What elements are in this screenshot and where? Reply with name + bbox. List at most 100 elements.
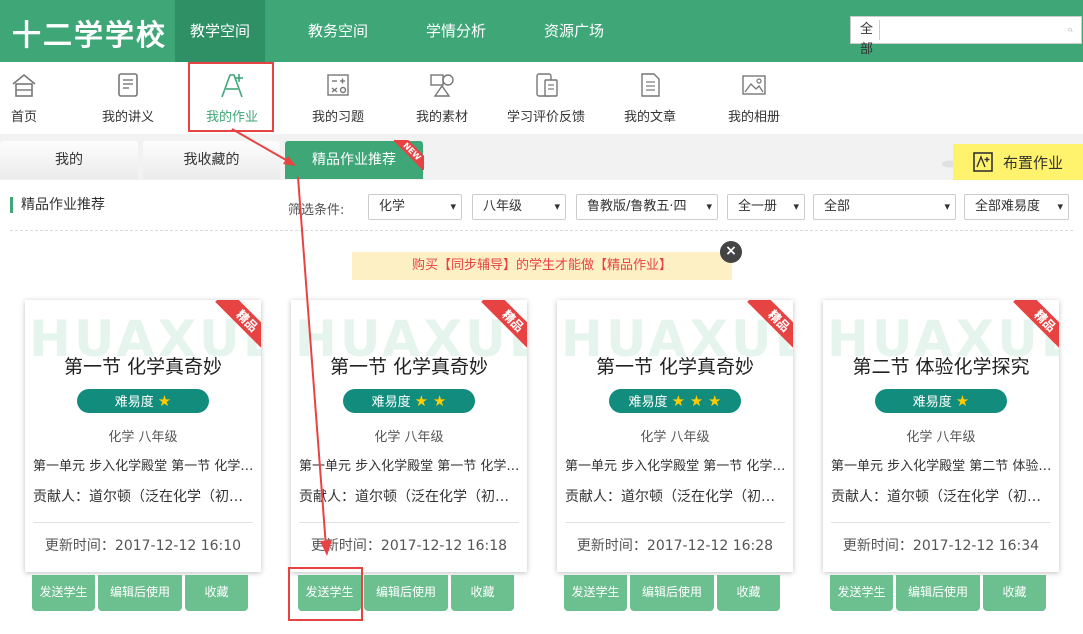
send-button-highlight-box (288, 567, 363, 621)
module-home[interactable]: 首页 (5, 70, 43, 125)
assign-homework-icon (973, 152, 993, 172)
nav-resource-square[interactable]: 资源广场 (529, 0, 619, 62)
module-handouts[interactable]: 我的讲义 (96, 70, 160, 125)
search-input[interactable] (880, 19, 1069, 41)
card-title[interactable]: 第二节 体验化学探究 (823, 352, 1059, 379)
search-scope-dropdown[interactable]: 全部 (851, 20, 881, 57)
nav-academic-space[interactable]: 教务空间 (293, 0, 383, 62)
material-icon (430, 74, 454, 97)
card-unit: 第一单元 步入化学殿堂 第一节 化学真奇妙 (299, 459, 521, 474)
card-updated-time: 更新时间：2017-12-12 16:34 (842, 538, 1040, 554)
difficulty-badge: 难易度 ★ (875, 389, 1007, 413)
card-title[interactable]: 第一节 化学真奇妙 (291, 352, 527, 379)
star-icon: ★ (157, 392, 172, 410)
module-label: 我的文章 (623, 110, 676, 125)
module-label: 首页 (10, 110, 37, 125)
nav-learning-analysis[interactable]: 学情分析 (411, 0, 501, 62)
card-unit: 第一单元 步入化学殿堂 第一节 化学真奇妙 (565, 459, 787, 474)
grade-select[interactable]: 八年级 (472, 194, 566, 220)
send-to-students-button[interactable]: 发送学生 (564, 575, 627, 611)
difficulty-badge: 难易度 ★ ★ ★ (609, 389, 741, 413)
star-icon: ★ (955, 392, 970, 410)
card-updated-time: 更新时间：2017-12-12 16:10 (44, 538, 242, 554)
module-materials[interactable]: 我的素材 (412, 70, 472, 125)
favorite-button[interactable]: 收藏 (717, 575, 780, 611)
premium-badge: 精品 (213, 300, 261, 348)
top-header: 十二学学校 教学空间 教务空间 学情分析 资源广场 全部 (0, 0, 1083, 62)
favorite-button[interactable]: 收藏 (185, 575, 248, 611)
module-label: 我的习题 (311, 110, 364, 125)
assign-homework-label: 布置作业 (1003, 153, 1064, 172)
card-divider (565, 522, 785, 523)
exercise-icon (327, 74, 349, 96)
edit-and-use-button[interactable]: 编辑后使用 (98, 575, 182, 611)
subject-select[interactable]: 化学 (368, 194, 462, 220)
tab-mine[interactable]: 我的 (0, 141, 138, 179)
volume-select[interactable]: 全一册 (727, 194, 805, 220)
module-label: 我的素材 (415, 110, 468, 125)
new-badge: NEW (394, 140, 424, 170)
nav-teaching-space[interactable]: 教学空间 (175, 0, 266, 62)
favorite-button[interactable]: 收藏 (983, 575, 1046, 611)
difficulty-badge: 难易度 ★ (77, 389, 209, 413)
card-unit: 第一单元 步入化学殿堂 第一节 化学真奇妙 (33, 459, 255, 474)
album-icon (742, 75, 766, 95)
card-title[interactable]: 第一节 化学真奇妙 (25, 352, 261, 379)
homework-card[interactable]: HUAXUE 精品 第一节 化学真奇妙 难易度 ★ ★ 化学 八年级 第一单元 步… (291, 300, 527, 572)
difficulty-select[interactable]: 全部难易度 (964, 194, 1069, 220)
module-toolbar: 首页 我的讲义 我的作业 我的习题 我的素材 学习评价反馈 我的文章 我的相册 (0, 62, 1083, 134)
card-author: 贡献人：道尔顿（泛在化学（初中）） (299, 489, 521, 505)
purchase-notice: 购买【同步辅导】的学生才能做【精品作业】 (352, 252, 732, 280)
edit-and-use-button[interactable]: 编辑后使用 (630, 575, 714, 611)
chapter-select[interactable]: 全部 (813, 194, 956, 220)
difficulty-badge: 难易度 ★ ★ (343, 389, 475, 413)
homework-card[interactable]: HUAXUE 精品 第一节 化学真奇妙 难易度 ★ 化学 八年级 第一单元 步入化… (25, 300, 261, 572)
homework-highlight-box (188, 62, 274, 132)
home-icon (12, 73, 36, 97)
card-updated-time: 更新时间：2017-12-12 16:28 (576, 538, 774, 554)
card-subject-grade: 化学 八年级 (108, 430, 178, 445)
article-icon (641, 73, 660, 97)
card-divider (299, 522, 519, 523)
homework-card[interactable]: HUAXUE 精品 第二节 体验化学探究 难易度 ★ 化学 八年级 第一单元 步入… (823, 300, 1059, 572)
module-album[interactable]: 我的相册 (724, 70, 784, 125)
handout-icon (118, 73, 138, 97)
premium-badge: 精品 (479, 300, 527, 348)
card-author: 贡献人：道尔顿（泛在化学（初中）） (33, 489, 255, 505)
card-divider (831, 522, 1051, 523)
card-author: 贡献人：道尔顿（泛在化学（初中）） (565, 489, 787, 505)
send-to-students-button[interactable]: 发送学生 (830, 575, 893, 611)
search-icon[interactable] (1068, 21, 1073, 39)
homework-card[interactable]: HUAXUE 精品 第一节 化学真奇妙 难易度 ★ ★ ★ 化学 八年级 第一单元… (557, 300, 793, 572)
premium-badge: 精品 (1011, 300, 1059, 348)
card-title[interactable]: 第一节 化学真奇妙 (557, 352, 793, 379)
school-logo[interactable]: 十二学学校 (12, 12, 167, 54)
edit-and-use-button[interactable]: 编辑后使用 (896, 575, 980, 611)
module-label: 学习评价反馈 (506, 110, 585, 125)
edit-and-use-button[interactable]: 编辑后使用 (364, 575, 448, 611)
filter-label: 筛选条件: (288, 203, 345, 218)
card-subject-grade: 化学 八年级 (640, 430, 710, 445)
card-subject-grade: 化学 八年级 (374, 430, 444, 445)
favorite-button[interactable]: 收藏 (451, 575, 514, 611)
module-exercises[interactable]: 我的习题 (306, 70, 370, 125)
module-label: 我的相册 (727, 110, 780, 125)
textbook-select[interactable]: 鲁教版/鲁教五·四 (576, 194, 718, 220)
star-icon: ★ ★ ★ (671, 392, 722, 410)
module-articles[interactable]: 我的文章 (620, 70, 680, 125)
search-box: 全部 (850, 16, 1082, 57)
feedback-icon (536, 73, 558, 97)
card-subject-grade: 化学 八年级 (906, 430, 976, 445)
card-unit: 第一单元 步入化学殿堂 第二节 体验化学探究 (831, 459, 1053, 474)
close-icon[interactable]: × (720, 241, 742, 263)
tab-favorites[interactable]: 我收藏的 (143, 141, 280, 179)
module-feedback[interactable]: 学习评价反馈 (502, 70, 590, 125)
card-divider (33, 522, 253, 523)
main-nav: 教学空间 教务空间 学情分析 资源广场 (175, 0, 647, 62)
send-to-students-button[interactable]: 发送学生 (32, 575, 95, 611)
module-label: 我的讲义 (101, 110, 154, 125)
divider (10, 230, 1073, 231)
card-updated-time: 更新时间：2017-12-12 16:18 (310, 538, 508, 554)
assign-homework-button[interactable]: 布置作业 (953, 144, 1083, 180)
premium-badge: 精品 (745, 300, 793, 348)
